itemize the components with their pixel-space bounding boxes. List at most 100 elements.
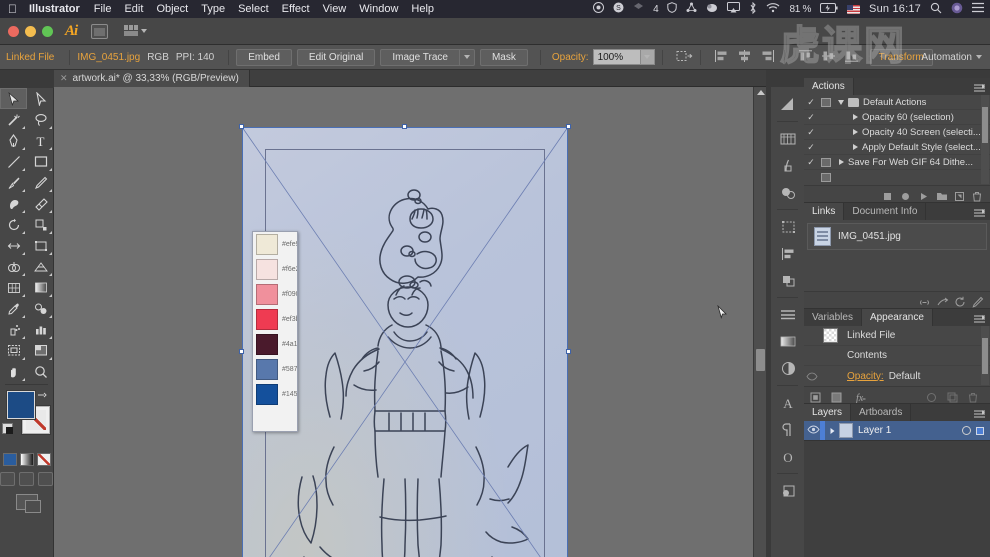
align-right-icon[interactable]	[760, 49, 777, 65]
action-row[interactable]: ✓ Apply Default Style (select...	[804, 140, 990, 155]
screen-mode-button[interactable]	[0, 494, 53, 510]
stroke-panel-icon[interactable]	[771, 301, 805, 328]
fill-swatch[interactable]	[7, 391, 35, 419]
menu-effect[interactable]: Effect	[282, 3, 310, 15]
appearance-row[interactable]: Linked File	[804, 326, 990, 346]
default-fill-stroke-icon[interactable]	[2, 423, 13, 434]
add-new-stroke-icon[interactable]	[810, 390, 821, 401]
selection-handle[interactable]	[239, 124, 244, 129]
airplay-icon[interactable]	[727, 2, 740, 16]
brushes-panel-icon[interactable]	[771, 152, 805, 179]
automation-dropdown[interactable]: Automation	[921, 52, 982, 63]
opacity-input[interactable]: 100%	[593, 49, 641, 65]
shape-builder-tool[interactable]	[0, 256, 27, 277]
mesh-tool[interactable]	[0, 277, 27, 298]
add-new-effect-icon[interactable]: fx	[852, 390, 866, 401]
maximize-window-button[interactable]	[42, 26, 53, 37]
linked-file-name[interactable]: IMG_0451.jpg	[77, 52, 140, 63]
appearance-scrollbar[interactable]	[981, 326, 989, 385]
panel-menu-icon[interactable]	[973, 81, 986, 92]
selection-handle[interactable]	[402, 124, 407, 129]
selection-handle[interactable]	[239, 349, 244, 354]
embed-button[interactable]: Embed	[236, 49, 292, 66]
battery-charging-icon[interactable]	[820, 3, 838, 16]
pencil-tool[interactable]	[27, 172, 54, 193]
add-new-fill-icon[interactable]	[831, 390, 842, 401]
panel-menu-icon[interactable]	[973, 407, 986, 418]
free-transform-tool[interactable]	[27, 235, 54, 256]
menu-help[interactable]: Help	[411, 3, 434, 15]
gradient-panel-icon[interactable]	[771, 328, 805, 355]
lasso-tool[interactable]	[27, 109, 54, 130]
opacity-label[interactable]: Opacity:	[552, 52, 589, 63]
rectangle-tool[interactable]	[27, 151, 54, 172]
eyedropper-tool[interactable]	[0, 298, 27, 319]
menu-window[interactable]: Window	[359, 3, 398, 15]
swatch-row[interactable]: #f0909c	[253, 282, 297, 307]
action-row[interactable]: ✓ Default Actions	[804, 95, 990, 110]
symbol-sprayer-tool[interactable]	[0, 319, 27, 340]
arrange-documents-icon[interactable]	[124, 25, 147, 37]
menu-edit[interactable]: Edit	[124, 3, 143, 15]
glyphs-panel-icon[interactable]: O	[771, 443, 805, 470]
action-enabled-checkbox[interactable]: ✓	[804, 142, 818, 153]
distribute-top-icon[interactable]	[798, 49, 815, 65]
tab-links[interactable]: Links	[804, 203, 844, 220]
appearance-row[interactable]: Contents	[804, 346, 990, 366]
tab-artboards[interactable]: Artboards	[851, 404, 911, 421]
close-window-button[interactable]	[8, 26, 19, 37]
menu-clock[interactable]: Sun 16:17	[869, 3, 921, 15]
swatch-row[interactable]: #f6e2e0	[253, 257, 297, 282]
clear-appearance-icon[interactable]	[926, 390, 937, 401]
shield-icon[interactable]	[667, 2, 677, 16]
scrollbar-thumb[interactable]	[982, 338, 988, 374]
swatch-chip[interactable]	[256, 334, 278, 355]
document-tab[interactable]: ✕ artwork.ai* @ 33,33% (RGB/Preview)	[54, 70, 250, 87]
dropbox-icon[interactable]	[633, 2, 644, 16]
color-panel-icon[interactable]	[771, 91, 805, 118]
isolate-selected-icon[interactable]	[676, 49, 693, 65]
swap-fill-stroke-icon[interactable]	[37, 389, 47, 399]
color-fill-mode-button[interactable]	[3, 453, 17, 466]
type-tool[interactable]: T	[27, 130, 54, 151]
zoom-tool[interactable]	[27, 361, 54, 382]
document-canvas[interactable]: #efe9d7 #f6e2e0 #f0909c #ef3b52 #4a1a2c …	[54, 87, 766, 557]
new-set-icon[interactable]	[936, 189, 947, 200]
paintbrush-tool[interactable]	[0, 172, 27, 193]
symbols-panel-icon[interactable]	[771, 179, 805, 206]
transparency-panel-icon[interactable]	[771, 355, 805, 382]
action-row[interactable]: ✓ Save For Web GIF 64 Dithe...	[804, 155, 990, 170]
swatch-row[interactable]: #efe9d7	[253, 232, 297, 257]
action-dialog-toggle[interactable]	[818, 98, 834, 107]
opacity-dropdown-icon[interactable]	[641, 49, 655, 65]
draw-inside-button[interactable]	[38, 472, 53, 486]
panel-menu-icon[interactable]	[973, 312, 986, 323]
action-enabled-checkbox[interactable]: ✓	[804, 97, 818, 108]
delete-item-icon[interactable]	[968, 390, 979, 401]
image-trace-button[interactable]: Image Trace	[380, 49, 460, 66]
bluetooth-icon[interactable]	[749, 2, 757, 17]
align-panel-icon[interactable]	[771, 240, 805, 267]
new-action-icon[interactable]	[954, 189, 965, 200]
evernote-icon[interactable]	[706, 2, 718, 16]
action-row[interactable]: ✓ Opacity 40 Screen (selecti...	[804, 125, 990, 140]
action-expand-toggle[interactable]	[848, 129, 862, 135]
minimize-window-button[interactable]	[25, 26, 36, 37]
canvas-vertical-scrollbar[interactable]	[753, 87, 766, 557]
align-center-icon[interactable]	[737, 49, 754, 65]
swatch-chip[interactable]	[256, 234, 278, 255]
action-expand-toggle[interactable]	[848, 114, 862, 120]
swatch-chip[interactable]	[256, 284, 278, 305]
gradient-fill-mode-button[interactable]	[20, 453, 34, 466]
tab-variables[interactable]: Variables	[804, 309, 862, 326]
wifi-icon[interactable]	[766, 2, 780, 16]
draw-behind-button[interactable]	[19, 472, 34, 486]
transform-panel-icon[interactable]	[771, 213, 805, 240]
delete-icon[interactable]	[972, 189, 983, 200]
selection-indicator[interactable]	[976, 427, 984, 435]
bluetooth-sync-icon[interactable]	[686, 2, 697, 16]
swatch-row[interactable]: #5878ac	[253, 357, 297, 382]
distribute-bottom-icon[interactable]	[844, 49, 861, 65]
action-dialog-toggle[interactable]	[818, 158, 834, 167]
apple-icon[interactable]: 	[8, 3, 17, 15]
